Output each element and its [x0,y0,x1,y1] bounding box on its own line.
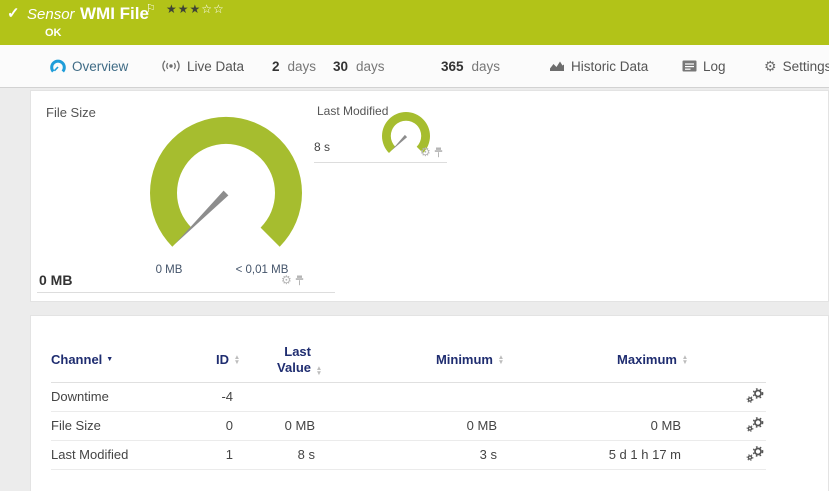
pin-icon[interactable] [295,275,304,286]
sensor-title: WMI File [80,4,149,24]
column-label: Minimum [436,352,493,367]
tab-label: Live Data [187,59,244,74]
tab-label: Historic Data [571,59,648,74]
tab-30-days[interactable]: 30 days [333,45,385,87]
channel-name[interactable]: Downtime [51,382,201,411]
channels-table: Channel ▼ ID ▲▼ Last Value ▲▼ Minimum ▲▼ Max… [51,338,766,470]
last-modified-tile-divider [314,162,447,163]
gauge-min-label: 0 MB [134,264,204,276]
area-chart-icon [549,60,565,72]
channel-maximum: 0 MB [505,411,689,440]
gauge-settings-gear-icon[interactable]: ⚙ [420,146,431,158]
flag-icon[interactable]: ⚐ [146,2,156,15]
dropdown-caret-icon[interactable]: ▼ [106,356,113,363]
channel-last-value: 8 s [241,440,323,469]
sensor-status-bar: ✓ Sensor WMI File ⚐ ★★★☆☆ OK [0,0,829,45]
channel-settings-gears-icon[interactable] [746,417,764,435]
channel-maximum [505,382,689,411]
tab-bar: Overview Live Data 2 days 30 days 365 da… [0,45,829,88]
star-filled-icon[interactable]: ★★★ [166,2,201,16]
tab-label: Settings [783,59,829,74]
column-header-id[interactable]: ID ▲▼ [201,338,241,382]
live-signal-icon [161,59,181,73]
gauge-needle [392,135,408,151]
column-header-minimum[interactable]: Minimum ▲▼ [323,338,505,382]
channel-name[interactable]: File Size [51,411,201,440]
sort-icon[interactable]: ▲▼ [315,366,323,376]
channel-minimum [323,382,505,411]
sort-icon[interactable]: ▲▼ [233,355,241,365]
channel-last-value [241,382,323,411]
gauge-settings-gear-icon[interactable]: ⚙ [281,274,292,286]
file-size-gauge-tools: ⚙ [281,274,304,286]
channel-name[interactable]: Last Modified [51,440,201,469]
status-ok-check-icon: ✓ [7,4,20,22]
gauges-panel: File Size 0 MB < 0,01 MB 0 MB ⚙ Last Mod… [30,90,829,302]
tab-historic-data[interactable]: Historic Data [549,45,648,87]
sort-icon[interactable]: ▲▼ [681,355,689,365]
column-header-last-value[interactable]: Last Value ▲▼ [241,338,323,382]
star-empty-icon[interactable]: ☆☆ [201,2,225,16]
file-size-current-value: 0 MB [39,272,72,288]
channel-settings-gears-icon[interactable] [746,388,764,406]
tab-2-days[interactable]: 2 days [272,45,316,87]
sort-icon[interactable]: ▲▼ [497,355,505,365]
column-header-tools [689,338,766,382]
channel-id: -4 [201,382,241,411]
column-header-maximum[interactable]: Maximum ▲▼ [505,338,689,382]
file-size-tile-divider [37,292,335,293]
gauge-icon [50,59,66,74]
table-row-downtime[interactable]: Downtime -4 [51,382,766,411]
log-icon [682,60,697,72]
last-modified-gauge-tools: ⚙ [420,146,443,158]
tab-overview[interactable]: Overview [50,45,128,87]
tab-label: days [472,59,501,74]
tab-log[interactable]: Log [682,45,726,87]
gear-icon: ⚙ [764,58,777,75]
tab-number: 2 [272,59,280,74]
tab-live-data[interactable]: Live Data [161,45,244,87]
column-label: ID [216,352,229,367]
file-size-gauge [144,113,308,263]
pin-icon[interactable] [434,147,443,158]
table-row-last-modified[interactable]: Last Modified 1 8 s 3 s 5 d 1 h 17 m [51,440,766,469]
tab-number: 365 [441,59,464,74]
channel-last-value: 0 MB [241,411,323,440]
sensor-status-text: OK [45,27,62,39]
tab-label: days [288,59,317,74]
column-header-channel[interactable]: Channel ▼ [51,338,201,382]
column-label: Maximum [617,352,677,367]
last-modified-current-value: 8 s [314,140,330,154]
tab-label: Overview [72,59,128,74]
channel-id: 1 [201,440,241,469]
channel-id: 0 [201,411,241,440]
tab-settings[interactable]: ⚙ Settings [764,45,829,87]
tab-number: 30 [333,59,348,74]
table-row-file-size[interactable]: File Size 0 0 MB 0 MB 0 MB [51,411,766,440]
channel-maximum: 5 d 1 h 17 m [505,440,689,469]
tab-label: days [356,59,385,74]
gauge-title-file-size: File Size [46,105,96,120]
priority-stars[interactable]: ★★★☆☆ [166,2,225,16]
channel-settings-gears-icon[interactable] [746,446,764,464]
tab-365-days[interactable]: 365 days [441,45,500,87]
column-label: Channel [51,352,102,367]
tab-label: Log [703,59,726,74]
sensor-kicker: Sensor [27,6,75,23]
column-label: Last Value [267,344,311,377]
channel-minimum: 0 MB [323,411,505,440]
channel-minimum: 3 s [323,440,505,469]
channels-panel: Channel ▼ ID ▲▼ Last Value ▲▼ Minimum ▲▼ Max… [30,315,829,491]
